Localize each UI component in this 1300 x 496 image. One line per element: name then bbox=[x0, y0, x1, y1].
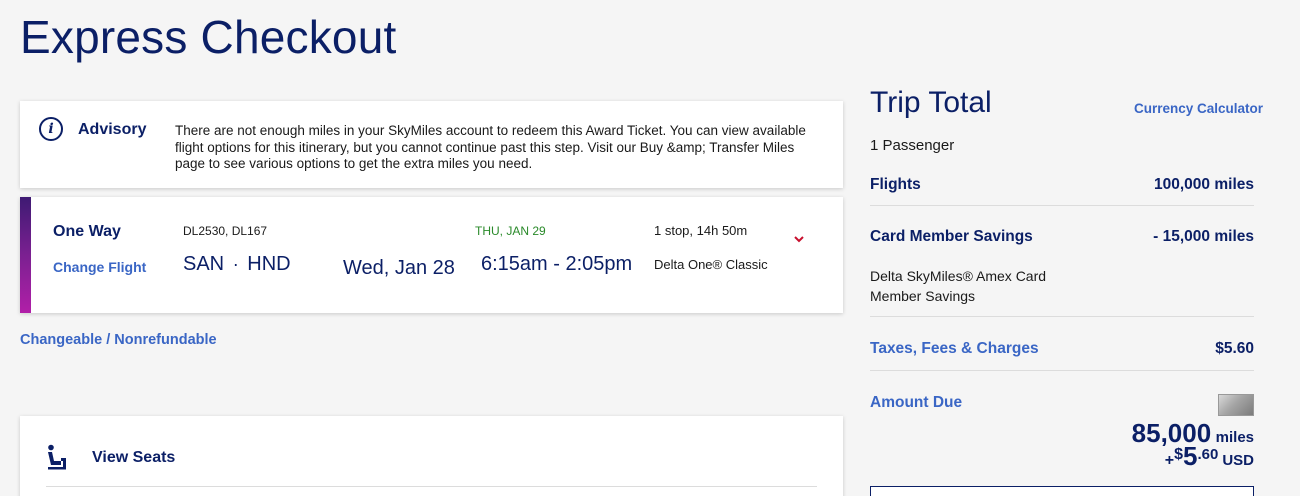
amount-due-link[interactable]: Amount Due bbox=[870, 394, 962, 412]
seats-divider bbox=[46, 486, 817, 487]
info-icon: i bbox=[39, 117, 63, 141]
change-flight-link[interactable]: Change Flight bbox=[53, 259, 146, 275]
stops-duration: 1 stop, 14h 50m bbox=[654, 223, 748, 238]
taxes-fees-link[interactable]: Taxes, Fees & Charges bbox=[870, 340, 1039, 358]
due-dollar-sign: $ bbox=[1174, 446, 1183, 463]
flight-numbers: DL2530, DL167 bbox=[183, 224, 268, 238]
page-title: Express Checkout bbox=[20, 11, 397, 63]
due-cents: .60 bbox=[1197, 446, 1219, 463]
view-seats-card[interactable]: View Seats bbox=[20, 416, 843, 496]
seat-icon bbox=[48, 444, 66, 470]
savings-value: - 15,000 miles bbox=[1153, 228, 1254, 245]
currency-calculator-link[interactable]: Currency Calculator bbox=[1134, 101, 1263, 116]
advisory-message: There are not enough miles in your SkyMi… bbox=[175, 123, 806, 171]
departure-date: Wed, Jan 28 bbox=[343, 257, 455, 279]
fare-rules-link[interactable]: Changeable / Nonrefundable bbox=[20, 332, 217, 348]
divider bbox=[870, 370, 1254, 371]
due-currency: USD bbox=[1222, 452, 1254, 469]
amount-due-usd: +$5.60 USD bbox=[1165, 441, 1254, 472]
savings-label: Card Member Savings bbox=[870, 228, 1033, 245]
due-whole: 5 bbox=[1183, 441, 1198, 471]
credit-card-image bbox=[1218, 394, 1254, 416]
flight-times: 6:15am - 2:05pm bbox=[481, 253, 633, 275]
destination-code: HND bbox=[247, 253, 291, 275]
savings-description: Delta SkyMiles® Amex Card Member Savings bbox=[870, 268, 1047, 304]
chevron-down-icon[interactable] bbox=[793, 233, 805, 245]
advisory-title: Advisory bbox=[78, 121, 147, 138]
advisory-banner: i Advisory There are not enough miles in… bbox=[20, 101, 843, 188]
trip-type: One Way bbox=[53, 223, 121, 240]
taxes-value: $5.60 bbox=[1215, 340, 1254, 357]
cabin-class: Delta One® Classic bbox=[654, 257, 768, 272]
view-seats-label: View Seats bbox=[92, 449, 176, 466]
passenger-count: 1 Passenger bbox=[870, 137, 955, 154]
origin-code: SAN bbox=[183, 253, 225, 275]
route: SAN · HND bbox=[183, 253, 291, 276]
route-separator: · bbox=[232, 254, 239, 274]
flight-accent-bar bbox=[20, 197, 31, 313]
due-plus: + bbox=[1164, 452, 1175, 469]
divider bbox=[870, 205, 1254, 206]
flights-value: 100,000 miles bbox=[1154, 176, 1254, 193]
payment-button[interactable] bbox=[870, 486, 1254, 496]
flight-card: One Way Change Flight DL2530, DL167 SAN … bbox=[20, 197, 843, 313]
trip-total-title: Trip Total bbox=[870, 86, 992, 119]
flights-label: Flights bbox=[870, 176, 921, 193]
arrival-date: THU, JAN 29 bbox=[475, 224, 546, 238]
divider bbox=[870, 316, 1254, 317]
